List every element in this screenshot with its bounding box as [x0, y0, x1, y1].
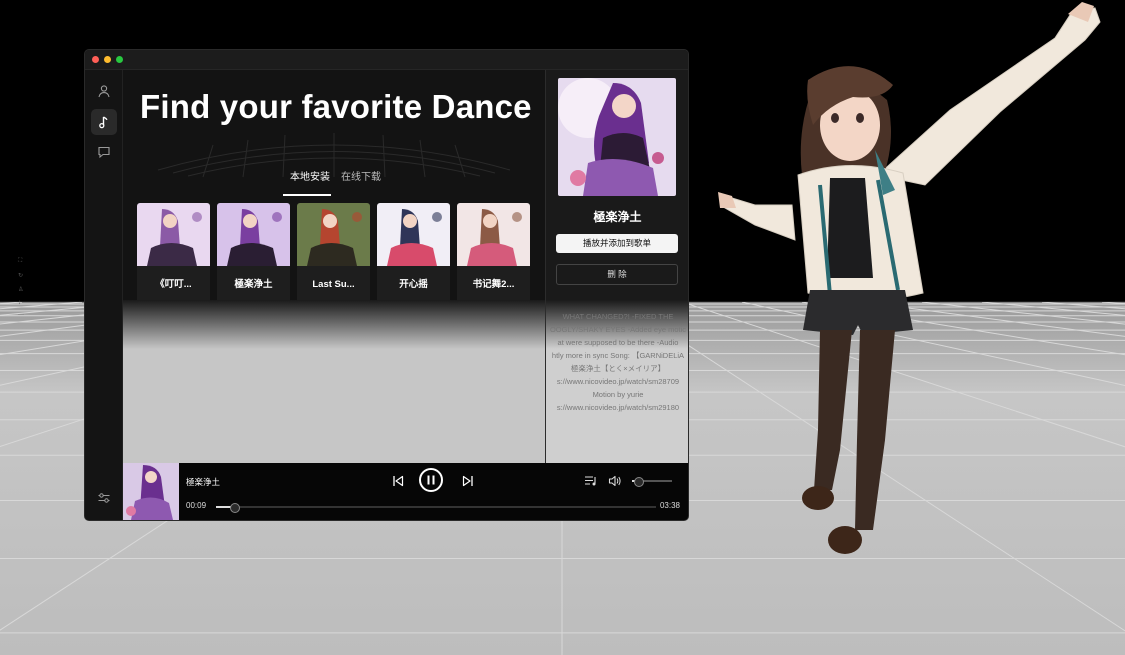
description-line: 極楽浄土【とく×メイリア】	[570, 364, 666, 373]
dance-card-label: Last Su...	[312, 279, 355, 290]
pause-icon	[427, 475, 435, 485]
previous-track-icon[interactable]	[391, 474, 405, 488]
tab-local-installed[interactable]: 本地安装	[290, 168, 330, 183]
volume-slider-handle[interactable]	[634, 477, 644, 487]
delete-button[interactable]: 删 除	[556, 264, 678, 285]
dance-card[interactable]: 开心摇	[377, 203, 450, 303]
description-line: Motion by yurie	[592, 390, 644, 399]
description-line: at were supposed to be there -Audio	[557, 338, 679, 347]
playlist-icon[interactable]	[584, 475, 598, 487]
dance-card-label: 《叮叮...	[155, 279, 192, 290]
detail-panel: 極楽浄土 播放并添加到歌单 删 除 WHAT CHANGED?! -FIXED …	[545, 70, 688, 463]
nav-settings-button[interactable]	[91, 485, 117, 511]
nav-music-button[interactable]	[91, 109, 117, 135]
dance-card[interactable]: 極楽浄土	[217, 203, 290, 303]
sliders-icon	[98, 493, 110, 503]
page-headline: Find your favorite Dance	[140, 88, 532, 125]
dance-card-thumbnail	[377, 203, 450, 266]
zoom-window-button[interactable]	[116, 56, 123, 63]
content-fade	[123, 300, 545, 463]
next-track-icon[interactable]	[461, 474, 475, 488]
dance-card[interactable]: 《叮叮...	[137, 203, 210, 303]
person-icon[interactable]: ♙	[18, 286, 23, 293]
play-and-add-button[interactable]: 播放并添加到歌单	[556, 234, 678, 253]
app-window: Find your favorite Dance 本地安装 在线下载 《叮叮..…	[85, 50, 688, 520]
dancing-character-model	[718, 2, 1101, 554]
dance-card-label: 开心摇	[399, 279, 428, 290]
description-line: s://www.nicovideo.jp/watch/sm29180	[556, 403, 680, 412]
stage-arc-decoration	[157, 133, 511, 178]
pin-icon[interactable]: ↕	[18, 300, 21, 306]
current-time: 00:09	[186, 501, 207, 510]
dance-card[interactable]: Last Su...	[297, 203, 370, 303]
description-line: OOGLY/SHAKY EYES -Added eye motic	[549, 325, 687, 334]
detail-cover-image	[558, 78, 676, 196]
dance-card[interactable]: 书记舞2...	[457, 203, 530, 303]
active-tab-indicator	[283, 194, 331, 196]
dance-card-thumbnail	[217, 203, 290, 266]
nav-profile-button[interactable]	[91, 78, 117, 104]
dance-card-thumbnail	[137, 203, 210, 266]
close-window-button[interactable]	[92, 56, 99, 63]
desktop-scene: Find your favorite Dance 本地安装 在线下载 《叮叮..…	[0, 0, 1125, 655]
chat-icon	[98, 146, 110, 159]
fullscreen-icon[interactable]: ⛶	[18, 258, 22, 265]
detail-title: 極楽浄土	[593, 210, 642, 224]
detail-description: WHAT CHANGED?! -FIXED THE OOGLY/SHAKY EYE…	[546, 310, 688, 414]
minimize-window-button[interactable]	[104, 56, 111, 63]
title-bar[interactable]	[85, 50, 688, 70]
music-note-icon	[99, 116, 108, 129]
nav-rail	[85, 70, 123, 520]
volume-slider[interactable]	[632, 477, 672, 487]
main-panel: Find your favorite Dance 本地安装 在线下载 《叮叮..…	[123, 70, 545, 463]
user-icon	[98, 85, 110, 98]
dance-card-label: 極楽浄土	[234, 279, 273, 290]
tab-online-download[interactable]: 在线下载	[341, 168, 381, 183]
dance-card-thumbnail	[457, 203, 530, 266]
description-line: s://www.nicovideo.jp/watch/sm28709	[556, 377, 680, 386]
volume-icon[interactable]	[608, 475, 622, 487]
dance-card-thumbnail	[297, 203, 370, 266]
description-line: htly more in sync Song: 【GARNiDELiA	[551, 351, 685, 360]
dance-card-label: 书记舞2...	[472, 279, 515, 290]
nav-chat-button[interactable]	[91, 139, 117, 165]
player-track-title: 極楽浄土	[186, 477, 221, 487]
pause-button[interactable]	[419, 468, 443, 492]
player-bar: 極楽浄土 00:09 03:38	[123, 463, 688, 520]
total-time: 03:38	[659, 501, 680, 510]
refresh-icon[interactable]: ↻	[18, 272, 23, 279]
player-cover-image[interactable]	[123, 463, 179, 520]
more-icon[interactable]: ···	[18, 312, 24, 318]
seek-bar-handle[interactable]	[230, 503, 241, 513]
seek-bar[interactable]	[216, 503, 656, 513]
description-line: WHAT CHANGED?! -FIXED THE	[562, 312, 674, 321]
floating-mini-toolbar: ⛶ ↻ ♙ ↕ ···	[15, 256, 31, 320]
